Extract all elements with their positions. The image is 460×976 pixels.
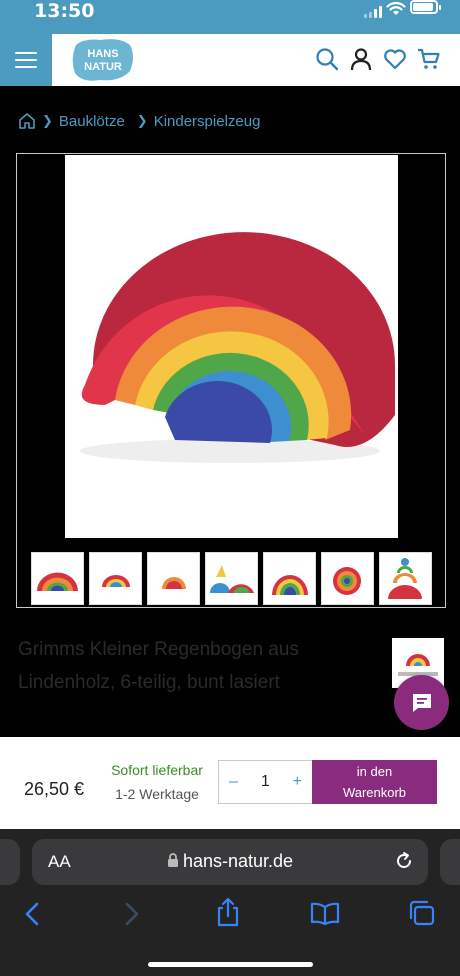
domain-label: hans-natur.de	[182, 851, 294, 871]
site-header: HANS NATUR	[0, 34, 460, 86]
address-text: hans-natur.de	[32, 851, 428, 872]
reload-icon[interactable]	[394, 851, 414, 871]
quantity-input[interactable]: 1	[261, 773, 270, 791]
quantity-increment-button[interactable]: +	[293, 773, 302, 791]
thumbnail[interactable]	[31, 552, 84, 605]
tabs-icon[interactable]	[408, 900, 436, 926]
add-to-cart-button[interactable]: in den Warenkorb	[312, 760, 437, 804]
browser-chrome: AA hans-natur.de	[0, 829, 460, 976]
wifi-icon	[386, 1, 406, 15]
breadcrumb-item-kinderspielzeug[interactable]: Kinderspielzeug	[154, 113, 261, 130]
home-indicator	[148, 962, 313, 967]
account-button[interactable]	[348, 46, 374, 72]
quantity-stepper: – 1 +	[218, 760, 313, 804]
browser-toolbar	[0, 897, 460, 937]
availability-info: Sofort lieferbar 1-2 Werktage	[106, 762, 208, 802]
share-icon[interactable]	[215, 897, 241, 927]
bookmarks-icon[interactable]	[310, 902, 340, 926]
product-main-image[interactable]	[65, 155, 398, 538]
lock-icon	[167, 853, 178, 867]
status-bar: 13:50	[0, 0, 460, 34]
add-to-cart-label-line2: Warenkorb	[342, 785, 407, 800]
thumbnail[interactable]	[147, 552, 200, 605]
cart-icon	[418, 48, 440, 69]
chat-button[interactable]	[394, 675, 449, 730]
menu-icon-line	[15, 52, 37, 54]
chevron-right-icon: ❯	[136, 113, 148, 128]
thumbnail[interactable]	[379, 552, 432, 605]
cart-button[interactable]	[416, 46, 442, 72]
next-tab-preview[interactable]	[440, 839, 460, 885]
account-icon	[350, 48, 372, 71]
previous-tab-preview[interactable]	[0, 839, 20, 885]
breadcrumb: ❯ Bauklötze ❯ Kinderspielzeug	[18, 112, 260, 130]
hans-natur-logo[interactable]: HANS NATUR	[70, 37, 136, 83]
cellular-signal-icon	[364, 6, 382, 18]
add-to-cart-label-line1: in den	[356, 764, 393, 779]
menu-icon-line	[15, 66, 37, 68]
thumbnail[interactable]	[263, 552, 316, 605]
battery-icon	[410, 0, 441, 14]
purchase-bar: 26,50 € Sofort lieferbar 1-2 Werktage – …	[0, 737, 460, 829]
chat-bubble-icon	[412, 693, 431, 712]
product-price: 26,50 €	[24, 779, 85, 799]
menu-icon-line	[15, 59, 37, 61]
status-time: 13:50	[34, 0, 95, 22]
search-icon	[316, 48, 339, 71]
product-title: Grimms Kleiner Regenbogen aus Lindenholz…	[18, 639, 299, 693]
wishlist-heart-icon	[384, 49, 406, 70]
wishlist-button[interactable]	[382, 46, 408, 72]
availability-status: Sofort lieferbar	[111, 762, 203, 778]
logo-text-hans: HANS	[87, 48, 118, 60]
back-icon[interactable]	[22, 901, 44, 927]
thumbnail[interactable]	[321, 552, 374, 605]
breadcrumb-item-bauklotze[interactable]: Bauklötze	[59, 113, 125, 130]
address-bar[interactable]: AA hans-natur.de	[32, 839, 428, 885]
forward-icon[interactable]	[120, 901, 142, 927]
quantity-decrement-button[interactable]: –	[229, 773, 238, 791]
thumbnail[interactable]	[205, 552, 258, 605]
menu-button[interactable]	[0, 34, 52, 86]
search-button[interactable]	[314, 46, 340, 72]
logo-text-natur: NATUR	[84, 61, 122, 73]
rainbow-stacker-image	[80, 232, 395, 463]
thumbnail-strip	[31, 552, 432, 605]
thumbnail[interactable]	[89, 552, 142, 605]
home-icon[interactable]	[18, 112, 36, 130]
product-gallery	[16, 153, 446, 608]
delivery-time: 1-2 Werktage	[115, 786, 199, 802]
chevron-right-icon: ❯	[42, 113, 53, 128]
